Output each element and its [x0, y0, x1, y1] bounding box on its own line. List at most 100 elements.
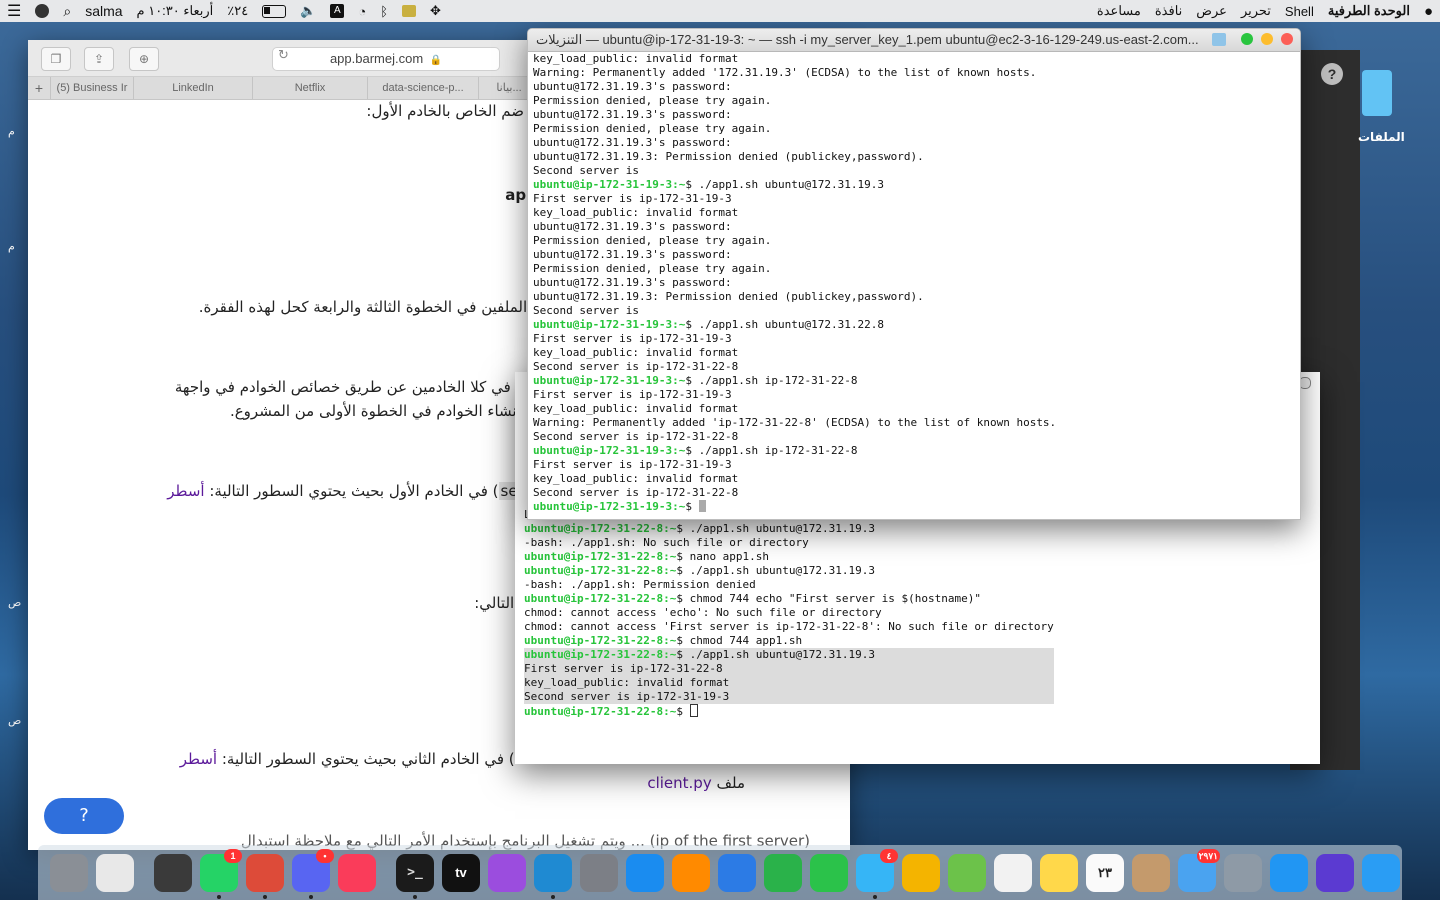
dock-messages-icon[interactable]: ٤: [856, 848, 898, 899]
edge-marker: ص: [8, 596, 22, 609]
help-chat-button[interactable]: ?: [44, 798, 124, 834]
terminal-text: First server is ip-172-31-19-3: [533, 388, 732, 401]
dock-sublime-text-icon[interactable]: [154, 853, 192, 892]
shell-prompt: ubuntu@ip-172-31-22-8:~: [524, 550, 677, 563]
terminal-line: Permission denied, please try again.: [533, 234, 1056, 248]
menu-view[interactable]: عرض: [1196, 3, 1227, 19]
tab-business[interactable]: (5) Business Ir: [51, 77, 134, 99]
screen-tool-icon[interactable]: ✥: [430, 3, 441, 19]
terminal-text: Permission denied, please try again.: [533, 94, 772, 107]
dock-vscode-icon[interactable]: [534, 853, 572, 899]
tab-linkedin[interactable]: LinkedIn: [134, 77, 253, 99]
tabs-overview-icon[interactable]: ❐: [41, 47, 71, 71]
terminal-text: ubuntu@172.31.19.3's password:: [533, 248, 732, 261]
tab-data-science[interactable]: data-science-p...: [368, 77, 479, 99]
article-text: ملف client.py: [647, 774, 745, 792]
terminal-text: ubuntu@172.31.19.3's password:: [533, 108, 732, 121]
dock-calendar-icon[interactable]: ٢٣: [1086, 853, 1124, 892]
apple-menu-icon[interactable]: ●: [1424, 3, 1433, 20]
shell-prompt: ubuntu@ip-172-31-19-3:~: [533, 318, 686, 331]
folder-icon[interactable]: [1362, 70, 1392, 116]
notes-widget-icon[interactable]: [402, 5, 417, 17]
menu-shell[interactable]: Shell: [1285, 4, 1314, 19]
dock-finder-icon[interactable]: [1362, 853, 1400, 892]
desktop-folder-label[interactable]: الملفات: [1358, 130, 1405, 144]
shell-prompt: ubuntu@ip-172-31-22-8:~: [524, 705, 677, 718]
dock-trash-icon[interactable]: [50, 853, 88, 892]
terminal-output[interactable]: key_load_public: invalid format Warning: …: [533, 52, 1056, 514]
lines-link[interactable]: أسطر: [167, 482, 204, 500]
tab-netflix[interactable]: Netflix: [253, 77, 368, 99]
wifi-icon[interactable]: ◔: [358, 4, 366, 19]
zoom-button[interactable]: [1241, 33, 1253, 45]
terminal-line: ubuntu@172.31.19.3's password:: [533, 276, 1056, 290]
terminal-line: -bash: ./app1.sh: No such file or direct…: [524, 536, 1054, 550]
help-icon[interactable]: ?: [1321, 63, 1343, 85]
dock-terminal-icon[interactable]: >_: [396, 853, 434, 899]
lines-link[interactable]: أسطر: [180, 750, 217, 768]
dock-photos-icon[interactable]: [902, 853, 940, 892]
dock-app-store-icon[interactable]: [626, 853, 664, 892]
terminal-text: ubuntu@172.31.19.3's password:: [533, 276, 732, 289]
dock-chrome-icon[interactable]: [246, 853, 284, 899]
spotlight-search-icon[interactable]: ⌕: [63, 3, 71, 20]
shell-prompt: ubuntu@ip-172-31-22-8:~: [524, 592, 677, 605]
volume-icon[interactable]: 🔈: [300, 3, 316, 19]
url-bar[interactable]: app.barmej.com 🔒: [272, 47, 500, 71]
terminal-text: ubuntu@172.31.19.3: Permission denied (p…: [533, 150, 924, 163]
dock-contacts-icon[interactable]: [1132, 853, 1170, 892]
terminal-text: Permission denied, please try again.: [533, 122, 772, 135]
dock-notes-icon[interactable]: [1040, 853, 1078, 892]
terminal-line: Second server is ip-172-31-22-8: [533, 360, 1056, 374]
dock-mail-icon[interactable]: ٢٩٧١: [1178, 848, 1220, 892]
input-source-icon[interactable]: A: [330, 4, 345, 18]
dock-podcasts-icon[interactable]: [488, 853, 526, 892]
battery-percentage[interactable]: ٪٢٤: [227, 3, 248, 19]
terminal-line: ubuntu@ip-172-31-22-8:~$ ./app1.sh ubunt…: [524, 648, 1054, 662]
user-menu[interactable]: salma: [85, 3, 122, 19]
client-py-link[interactable]: client.py: [647, 774, 711, 792]
app-name-menu[interactable]: الوحدة الطرفية: [1328, 3, 1410, 19]
terminal-line: Permission denied, please try again.: [533, 262, 1056, 276]
terminal-output[interactable]: Last login: Wed Sep 23 18:57:46 2020 fro…: [524, 508, 1054, 718]
terminal-titlebar[interactable]: التنزيلات — ubuntu@ip-172-31-19-3: ~ — s…: [528, 29, 1300, 52]
dock-maps-icon[interactable]: [948, 853, 986, 892]
dock-numbers-icon[interactable]: [764, 853, 802, 892]
dock-safari-icon[interactable]: [1270, 853, 1308, 892]
running-indicator: [309, 894, 313, 899]
control-center-icon[interactable]: ☰: [7, 1, 21, 21]
dock-whatsapp-icon[interactable]: 1: [200, 848, 242, 899]
dock-preview-document-icon[interactable]: [96, 853, 134, 892]
siri-icon[interactable]: [35, 4, 50, 18]
dock-music-icon[interactable]: [338, 853, 376, 892]
download-icon[interactable]: ⊕: [129, 47, 159, 71]
article-text: 300) في كلا الخادمين عن طريق خصائص الخوا…: [174, 378, 550, 396]
running-indicator: [263, 894, 267, 899]
terminal-line: key_load_public: invalid format: [533, 52, 1056, 66]
bluetooth-icon[interactable]: ᛒ: [380, 4, 388, 19]
dock-keynote-icon[interactable]: [718, 853, 756, 892]
clock[interactable]: أربعاء ١٠:٣٠ م: [137, 3, 214, 19]
new-tab-icon[interactable]: +: [28, 77, 51, 99]
minimize-button[interactable]: [1261, 33, 1273, 45]
menu-edit[interactable]: تحرير: [1241, 3, 1271, 19]
dock-apple-tv-icon[interactable]: tv: [442, 853, 480, 892]
dock-discord-icon[interactable]: •: [292, 848, 334, 899]
terminal-line: ubuntu@ip-172-31-19-3:~$ ./app1.sh ubunt…: [533, 178, 1056, 192]
dock-siri-icon[interactable]: [1316, 853, 1354, 892]
terminal-line: ubuntu@ip-172-31-19-3:~$ ./app1.sh ip-17…: [533, 444, 1056, 458]
reload-icon[interactable]: ↻: [278, 48, 289, 63]
menu-help[interactable]: مساعدة: [1097, 3, 1141, 19]
dock-books-icon[interactable]: [672, 853, 710, 892]
dock-system-preferences-icon[interactable]: [580, 853, 618, 892]
article-text: ملف: [711, 774, 745, 792]
battery-icon[interactable]: [262, 4, 287, 18]
share-icon[interactable]: ⇪: [84, 47, 114, 71]
dock-launchpad-icon[interactable]: [1224, 853, 1262, 892]
dock-facetime-icon[interactable]: [810, 853, 848, 892]
terminal-line: key_load_public: invalid format: [533, 402, 1056, 416]
dock-reminders-icon[interactable]: [994, 853, 1032, 892]
menu-window[interactable]: نافذة: [1155, 3, 1182, 19]
close-button[interactable]: [1281, 33, 1293, 45]
terminal-window-server1[interactable]: التنزيلات — ubuntu@ip-172-31-19-3: ~ — s…: [527, 28, 1301, 520]
